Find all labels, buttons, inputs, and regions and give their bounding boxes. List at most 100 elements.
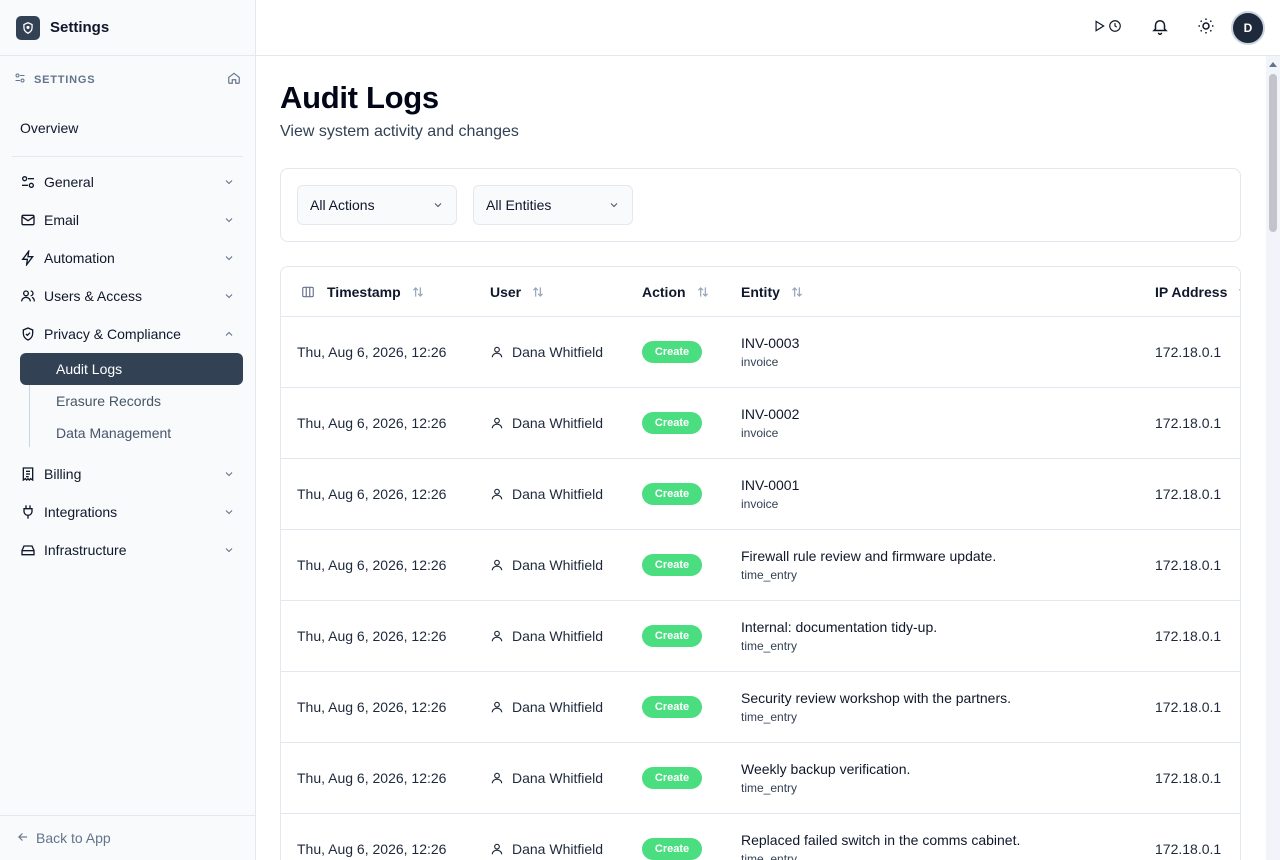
table-row[interactable]: Thu, Aug 6, 2026, 12:26 Dana Whitfield Cre…: [281, 317, 1240, 388]
shield-icon: [20, 326, 36, 342]
ip-address-cell: 172.18.0.1: [1155, 699, 1222, 715]
sidebar-item-infrastructure[interactable]: Infrastructure: [0, 531, 255, 569]
ip-address-cell: 172.18.0.1: [1155, 486, 1222, 502]
user-icon: [490, 345, 504, 359]
sidebar-item-integrations[interactable]: Integrations: [0, 493, 255, 531]
action-cell: Create: [642, 743, 702, 813]
entity-filter-value: All Entities: [486, 197, 552, 213]
chevron-down-icon: [608, 199, 620, 211]
sidebar-item-automation[interactable]: Automation: [0, 239, 255, 277]
entity-title: INV-0002: [741, 406, 800, 422]
sidebar-item-email[interactable]: Email: [0, 201, 255, 239]
chevron-down-icon: [223, 252, 235, 264]
action-cell: Create: [642, 388, 702, 458]
entity-title: Weekly backup verification.: [741, 761, 911, 777]
topbar: [256, 0, 1280, 56]
column-header-timestamp[interactable]: Timestamp: [301, 267, 425, 317]
page-scrollbar[interactable]: [1266, 56, 1280, 860]
user-cell: Dana Whitfield: [490, 459, 603, 529]
sidebar-subitem-erasure-records[interactable]: Erasure Records: [20, 385, 255, 417]
ip-address-cell: 172.18.0.1: [1155, 415, 1222, 431]
user-name: Dana Whitfield: [512, 770, 604, 786]
entity-type: time_entry: [741, 639, 798, 653]
home-icon[interactable]: [227, 71, 241, 90]
chevron-down-icon: [432, 199, 444, 211]
sidebar-item-general[interactable]: General: [0, 163, 255, 201]
sidebar-item-privacy-compliance[interactable]: Privacy & Compliance: [0, 315, 255, 353]
entity-filter-select[interactable]: All Entities: [473, 185, 633, 225]
user-name: Dana Whitfield: [512, 486, 604, 502]
column-header-ip-address[interactable]: IP Address: [1155, 267, 1240, 317]
entity-cell: INV-0003 invoice: [741, 317, 799, 387]
entity-cell: Firewall rule review and firmware update…: [741, 530, 996, 600]
sidebar-item-label: Billing: [44, 466, 82, 482]
table-row[interactable]: Thu, Aug 6, 2026, 12:26 Dana Whitfield Cre…: [281, 601, 1240, 672]
settings-section-label: SETTINGS: [34, 74, 96, 86]
table-row[interactable]: Thu, Aug 6, 2026, 12:26 Dana Whitfield Cre…: [281, 530, 1240, 601]
entity-type: time_entry: [741, 781, 798, 795]
user-icon: [490, 629, 504, 643]
column-label: Action: [642, 284, 686, 300]
play-timer-button[interactable]: [1088, 12, 1126, 44]
column-header-entity[interactable]: Entity: [741, 267, 804, 317]
action-filter-select[interactable]: All Actions: [297, 185, 457, 225]
table-row[interactable]: Thu, Aug 6, 2026, 12:26 Dana Whitfield Cre…: [281, 743, 1240, 814]
sidebar-item-overview[interactable]: Overview: [0, 104, 255, 152]
user-cell: Dana Whitfield: [490, 317, 603, 387]
plug-icon: [20, 504, 36, 520]
user-cell: Dana Whitfield: [490, 601, 603, 671]
sidebar-item-billing[interactable]: Billing: [0, 455, 255, 493]
notifications-button[interactable]: [1146, 12, 1174, 44]
action-cell: Create: [642, 530, 702, 600]
sort-icon: [531, 285, 545, 299]
entity-title: INV-0001: [741, 477, 800, 493]
user-name: Dana Whitfield: [512, 557, 604, 573]
theme-toggle-button[interactable]: [1192, 12, 1220, 44]
user-avatar[interactable]: D: [1231, 11, 1265, 45]
user-cell: Dana Whitfield: [490, 530, 603, 600]
columns-icon[interactable]: [301, 285, 315, 299]
filters-card: All Actions All Entities: [280, 168, 1241, 242]
sidebar-item-users-access[interactable]: Users & Access: [0, 277, 255, 315]
table-header: Timestamp User Action Entity IP Address: [281, 267, 1240, 317]
app-title: Settings: [50, 19, 110, 36]
timestamp-cell: Thu, Aug 6, 2026, 12:26: [297, 628, 447, 644]
sidebar-item-label: Automation: [44, 250, 115, 266]
table-row[interactable]: Thu, Aug 6, 2026, 12:26 Dana Whitfield Cre…: [281, 388, 1240, 459]
entity-cell: Weekly backup verification. time_entry: [741, 743, 910, 813]
scroll-up-arrow[interactable]: [1269, 62, 1277, 67]
ip-address-cell: 172.18.0.1: [1155, 557, 1222, 573]
table-row[interactable]: Thu, Aug 6, 2026, 12:26 Dana Whitfield Cre…: [281, 672, 1240, 743]
arrow-left-icon: [16, 830, 30, 847]
ip-address-cell: 172.18.0.1: [1155, 344, 1222, 360]
entity-type: time_entry: [741, 852, 798, 860]
sidebar-subitem-audit-logs[interactable]: Audit Logs: [20, 353, 243, 385]
scroll-thumb[interactable]: [1269, 74, 1277, 232]
sidebar-divider: [12, 156, 243, 157]
sidebar-subitem-data-management[interactable]: Data Management: [20, 417, 255, 449]
sun-icon: [1197, 17, 1215, 40]
timestamp-cell: Thu, Aug 6, 2026, 12:26: [297, 486, 447, 502]
settings-section-header: SETTINGS: [0, 56, 255, 104]
column-header-action[interactable]: Action: [642, 267, 710, 317]
entity-title: Security review workshop with the partne…: [741, 690, 1011, 706]
back-to-app-link[interactable]: Back to App: [0, 815, 255, 860]
column-header-user[interactable]: User: [490, 267, 545, 317]
action-badge: Create: [642, 412, 702, 434]
sidebar-item-label: General: [44, 174, 94, 190]
brand: Settings: [0, 0, 255, 56]
users-icon: [20, 288, 36, 304]
sort-icon: [790, 285, 804, 299]
table-row[interactable]: Thu, Aug 6, 2026, 12:26 Dana Whitfield Cre…: [281, 814, 1240, 860]
receipt-icon: [20, 466, 36, 482]
entity-title: INV-0003: [741, 335, 800, 351]
user-icon: [490, 842, 504, 856]
sidebar-item-label: Email: [44, 212, 80, 228]
user-icon: [490, 558, 504, 572]
entity-cell: INV-0002 invoice: [741, 388, 799, 458]
action-cell: Create: [642, 317, 702, 387]
mail-icon: [20, 212, 36, 228]
table-row[interactable]: Thu, Aug 6, 2026, 12:26 Dana Whitfield Cre…: [281, 459, 1240, 530]
sort-icon: [1237, 285, 1240, 299]
entity-cell: Security review workshop with the partne…: [741, 672, 1011, 742]
